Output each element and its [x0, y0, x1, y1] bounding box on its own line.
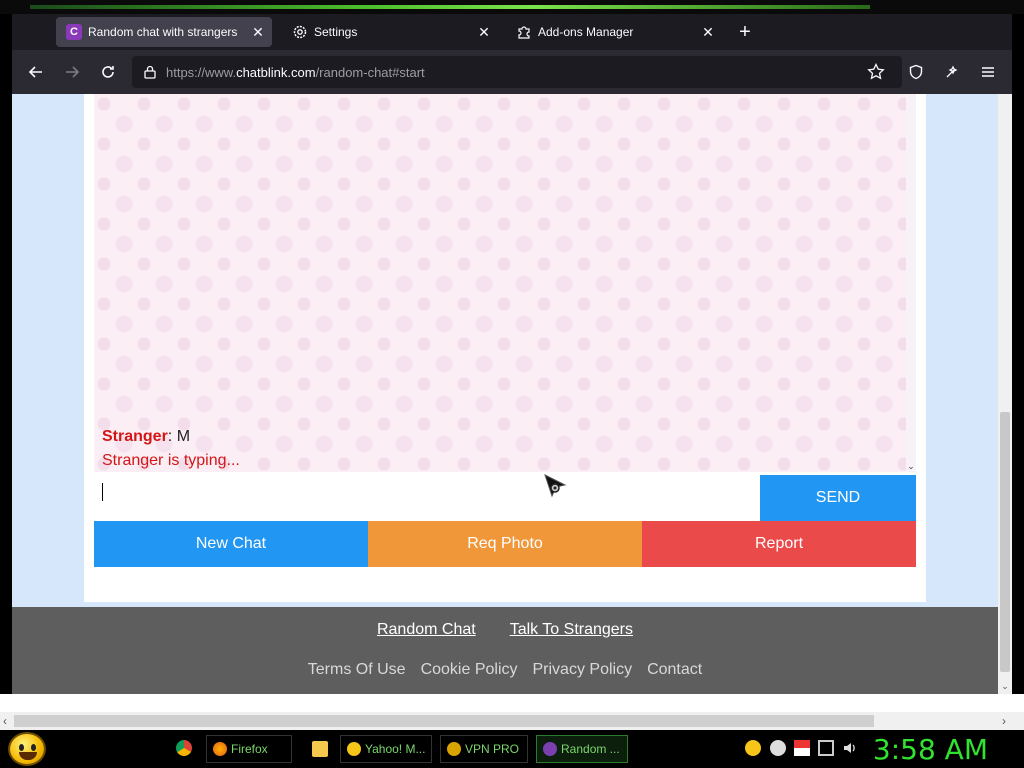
terms-link[interactable]: Terms Of Use: [308, 661, 406, 679]
scroll-down-icon[interactable]: ⌄: [1000, 681, 1010, 692]
forward-arrow-icon[interactable]: [60, 60, 84, 84]
yahoo-smiley-icon: [347, 742, 361, 756]
scrollbar-thumb[interactable]: [1000, 412, 1010, 672]
tab-settings[interactable]: Settings ✕: [282, 17, 498, 47]
chevron-down-icon[interactable]: ⌄: [906, 461, 916, 472]
reload-icon[interactable]: [96, 60, 120, 84]
smiley-start-icon[interactable]: [8, 732, 46, 766]
chat-card: Stranger: M Stranger is typing... ⌄ SEND…: [84, 94, 926, 602]
bookmark-star-icon[interactable]: [864, 60, 888, 84]
random-chat-link[interactable]: Random Chat: [377, 621, 476, 639]
tab-addons[interactable]: Add-ons Manager ✕: [506, 17, 722, 47]
mouse-pointer-icon: [544, 474, 567, 498]
contact-link[interactable]: Contact: [647, 661, 702, 679]
req-photo-button[interactable]: Req Photo: [368, 521, 642, 567]
horizontal-scrollbar[interactable]: ‹ ›: [0, 712, 1024, 730]
tab-label: Random chat with strangers: [88, 25, 238, 39]
page-scrollbar[interactable]: ⌄: [998, 94, 1012, 694]
taskbar-item-firefox[interactable]: Firefox: [206, 735, 292, 763]
address-bar[interactable]: https://www.chatblink.com/random-chat#st…: [132, 56, 902, 88]
text-caret: [102, 483, 103, 501]
scroll-right-icon[interactable]: ›: [1002, 714, 1006, 728]
message-sender: Stranger: [102, 428, 168, 445]
tray-network-icon[interactable]: [818, 740, 834, 756]
chat-log[interactable]: Stranger: M Stranger is typing...: [94, 94, 906, 472]
message-text: : M: [167, 428, 191, 445]
firefox-icon: [213, 742, 227, 756]
window-title-strip: [0, 0, 1024, 14]
hscroll-thumb[interactable]: [14, 715, 874, 727]
chat-scrollbar[interactable]: ⌄: [906, 94, 916, 472]
cookie-policy-link[interactable]: Cookie Policy: [421, 661, 518, 679]
close-tab-icon[interactable]: ✕: [698, 24, 718, 41]
privacy-policy-link[interactable]: Privacy Policy: [533, 661, 633, 679]
taskbar-clock: 3:58 AM: [872, 733, 988, 766]
tor-icon: [543, 742, 557, 756]
report-button[interactable]: Report: [642, 521, 916, 567]
tab-bar: C Random chat with strangers ✕ Settings …: [12, 14, 1012, 50]
scroll-left-icon[interactable]: ‹: [3, 714, 7, 728]
tray-smiley-icon[interactable]: [770, 740, 786, 756]
talk-to-strangers-link[interactable]: Talk To Strangers: [510, 621, 633, 639]
navigation-toolbar: https://www.chatblink.com/random-chat#st…: [12, 50, 1012, 94]
tray-flag-icon[interactable]: [794, 740, 810, 756]
tab-label: Settings: [314, 25, 358, 39]
url-text: https://www.chatblink.com/random-chat#st…: [166, 64, 425, 80]
taskbar-item-label: VPN PRO: [465, 742, 520, 756]
footer-primary-links: Random Chat Talk To Strangers: [12, 621, 998, 639]
volume-icon[interactable]: [842, 740, 858, 756]
taskbar-item-vpn[interactable]: VPN PRO: [440, 735, 528, 763]
close-tab-icon[interactable]: ✕: [474, 24, 494, 41]
site-footer: Random Chat Talk To Strangers Terms Of U…: [12, 607, 998, 694]
shield-icon[interactable]: [904, 60, 928, 84]
vpn-icon: [447, 742, 461, 756]
taskbar: Firefox Yahoo! M... VPN PRO Random ... 3…: [0, 730, 1024, 768]
hamburger-menu-icon[interactable]: [976, 60, 1000, 84]
taskbar-item-label: Firefox: [231, 742, 268, 756]
taskbar-item-yahoo[interactable]: Yahoo! M...: [340, 735, 432, 763]
typing-indicator: Stranger is typing...: [102, 452, 240, 469]
tray-yahoo-icon[interactable]: [745, 740, 761, 756]
send-button[interactable]: SEND: [760, 475, 916, 521]
taskbar-item-label: Random ...: [561, 742, 620, 756]
taskbar-item-random[interactable]: Random ...: [536, 735, 628, 763]
skin-decoration: [30, 5, 870, 9]
page-viewport: Stranger: M Stranger is typing... ⌄ SEND…: [12, 94, 998, 694]
folder-icon[interactable]: [312, 741, 328, 757]
customize-brush-icon[interactable]: [940, 60, 964, 84]
tab-random-chat[interactable]: C Random chat with strangers ✕: [56, 17, 272, 47]
close-tab-icon[interactable]: ✕: [248, 24, 268, 41]
chat-message: Stranger: M: [102, 428, 190, 446]
footer-secondary-links: Terms Of Use Cookie Policy Privacy Polic…: [12, 661, 998, 679]
new-chat-button[interactable]: New Chat: [94, 521, 368, 567]
chatblink-favicon-icon: C: [66, 24, 82, 40]
gear-icon: [292, 24, 308, 40]
new-tab-button[interactable]: +: [734, 22, 756, 44]
puzzle-icon: [516, 24, 532, 40]
back-arrow-icon[interactable]: [24, 60, 48, 84]
chrome-icon[interactable]: [176, 740, 192, 756]
message-input[interactable]: [94, 475, 760, 521]
tab-label: Add-ons Manager: [538, 25, 634, 39]
taskbar-item-label: Yahoo! M...: [365, 742, 426, 756]
message-input-row: SEND: [94, 475, 916, 521]
chat-actions: New Chat Req Photo Report: [94, 521, 916, 567]
lock-icon[interactable]: [142, 64, 158, 80]
